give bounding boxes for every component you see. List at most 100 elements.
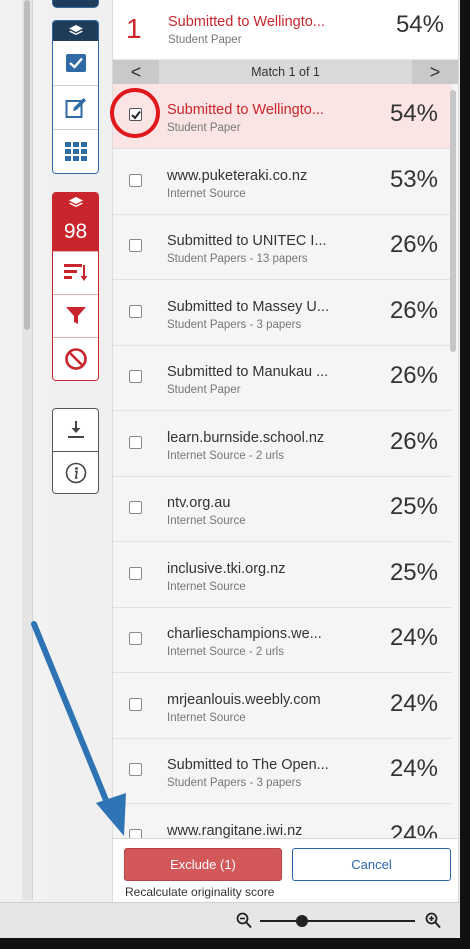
- source-percent: 24%: [389, 689, 438, 717]
- source-row[interactable]: www.puketeraki.co.nz Internet Source 53%: [113, 149, 452, 215]
- source-percent: 24%: [389, 820, 438, 839]
- checkbox[interactable]: [129, 632, 142, 645]
- source-title: inclusive.tki.org.nz: [167, 560, 286, 577]
- cancel-button[interactable]: Cancel: [292, 848, 451, 881]
- page-scrollbar-thumb[interactable]: [24, 0, 30, 330]
- match-title: Submitted to Wellingto...: [168, 14, 325, 30]
- source-type: Internet Source: [167, 580, 246, 593]
- source-type: Student Papers - 3 papers: [167, 318, 302, 331]
- source-percent: 24%: [389, 755, 438, 782]
- divider: [32, 0, 33, 900]
- source-row[interactable]: ntv.org.au Internet Source 25%: [113, 477, 452, 542]
- source-title: www.puketeraki.co.nz: [167, 167, 308, 184]
- source-title: Submitted to Massey U...: [167, 298, 329, 315]
- source-title: Submitted to UNITEC I...: [167, 233, 327, 249]
- window-edge: [460, 0, 470, 949]
- checkbox[interactable]: [129, 697, 142, 711]
- annotation-circle: [110, 88, 160, 138]
- list-scrollbar-thumb[interactable]: [450, 90, 456, 352]
- source-row[interactable]: learn.burnside.school.nz Internet Source …: [113, 411, 452, 477]
- layers-icon: [53, 21, 98, 41]
- source-title: Submitted to The Open...: [167, 757, 329, 773]
- checkbox[interactable]: [129, 239, 142, 252]
- match-percent: 54%: [395, 11, 444, 38]
- match-overview-panel: 1 Submitted to Wellingto... Student Pape…: [112, 0, 459, 902]
- source-percent: 26%: [389, 296, 438, 324]
- chevron-left-icon: <: [130, 61, 142, 82]
- checkbox[interactable]: [129, 763, 142, 776]
- source-title: Submitted to Wellingto...: [167, 102, 324, 118]
- chevron-right-icon: >: [429, 61, 441, 82]
- source-list: Submitted to Wellingto... Student Paper 54…: [113, 84, 452, 838]
- source-percent: 26%: [389, 362, 438, 389]
- exclude-icon[interactable]: [53, 337, 98, 380]
- source-percent: 53%: [389, 165, 438, 193]
- source-type: Internet Source: [167, 515, 246, 527]
- recalculate-label: Recalculate originality score: [125, 885, 275, 899]
- checkbox[interactable]: [129, 566, 142, 580]
- source-title: mrjeanlouis.weebly.com: [167, 691, 321, 708]
- toolbar-top-stub: [52, 0, 99, 8]
- window-edge: [0, 938, 470, 949]
- source-row[interactable]: Submitted to UNITEC I... Student Papers -…: [113, 215, 452, 280]
- source-percent: 25%: [389, 558, 438, 586]
- source-row[interactable]: inclusive.tki.org.nz Internet Source 25%: [113, 542, 452, 608]
- filter-icon[interactable]: [53, 294, 98, 337]
- source-row[interactable]: charlieschampions.we... Internet Source -…: [113, 608, 452, 673]
- source-type: Student Paper: [167, 384, 241, 396]
- prev-match-button[interactable]: <: [113, 60, 159, 84]
- source-row[interactable]: Submitted to Massey U... Student Papers -…: [113, 280, 452, 346]
- zoom-out-icon[interactable]: [236, 912, 252, 934]
- edit-icon[interactable]: [53, 85, 98, 129]
- match-position-label: Match 1 of 1: [251, 65, 320, 79]
- layers-icon: [53, 193, 98, 213]
- toolbar-group-grading: [52, 20, 99, 174]
- source-title: www.rangitane.iwi.nz: [167, 822, 303, 839]
- source-type: Student Papers - 3 papers: [167, 777, 302, 789]
- source-type: Student Paper: [167, 122, 241, 134]
- current-match-header[interactable]: 1 Submitted to Wellingto... Student Pape…: [113, 0, 458, 60]
- match-subtitle: Student Paper: [168, 34, 242, 46]
- source-title: charlieschampions.we...: [167, 626, 322, 642]
- info-icon[interactable]: [53, 451, 98, 493]
- source-percent: 24%: [389, 624, 438, 651]
- zoom-slider-track[interactable]: [260, 920, 415, 922]
- source-row[interactable]: Submitted to The Open... Student Papers -…: [113, 739, 452, 804]
- source-percent: 26%: [389, 231, 438, 258]
- source-type: Student Papers - 13 papers: [167, 253, 308, 265]
- action-footer: Exclude (1) Cancel Recalculate originali…: [113, 838, 458, 902]
- source-row[interactable]: www.rangitane.iwi.nz 24%: [113, 804, 452, 839]
- source-type: Internet Source - 2 urls: [167, 646, 284, 658]
- source-title: learn.burnside.school.nz: [167, 429, 325, 446]
- check-square-icon[interactable]: [53, 41, 98, 85]
- source-type: Internet Source: [167, 711, 246, 724]
- toolbar-group-utility: [52, 408, 99, 494]
- checkbox[interactable]: [129, 370, 142, 383]
- source-row[interactable]: Submitted to Manukau ... Student Paper 26%: [113, 346, 452, 411]
- zoom-slider-handle[interactable]: [296, 915, 308, 927]
- source-percent: 54%: [389, 100, 438, 127]
- source-row[interactable]: mrjeanlouis.weebly.com Internet Source 24%: [113, 673, 452, 739]
- source-percent: 26%: [389, 427, 438, 455]
- source-percent: 25%: [389, 493, 438, 520]
- zoom-bar: [0, 902, 460, 938]
- source-row[interactable]: Submitted to Wellingto... Student Paper 54…: [113, 84, 452, 149]
- checkbox[interactable]: [129, 435, 142, 449]
- checkbox[interactable]: [129, 828, 142, 838]
- checkbox[interactable]: [129, 501, 142, 514]
- checkbox[interactable]: [129, 304, 142, 318]
- source-type: Internet Source: [167, 187, 246, 200]
- exclude-button[interactable]: Exclude (1): [124, 848, 282, 881]
- checkbox[interactable]: [129, 173, 142, 187]
- match-count-badge[interactable]: 98: [53, 213, 98, 251]
- source-type: Internet Source - 2 urls: [167, 449, 284, 462]
- source-title: Submitted to Manukau ...: [167, 364, 329, 380]
- next-match-button[interactable]: >: [412, 60, 458, 84]
- zoom-in-icon[interactable]: [425, 912, 441, 934]
- grid-icon[interactable]: [53, 129, 98, 173]
- sort-icon[interactable]: [53, 251, 98, 294]
- toolbar-group-similarity: 98: [52, 192, 99, 381]
- source-title: ntv.org.au: [167, 495, 231, 511]
- match-number: 1: [126, 13, 142, 44]
- download-icon[interactable]: [53, 409, 98, 451]
